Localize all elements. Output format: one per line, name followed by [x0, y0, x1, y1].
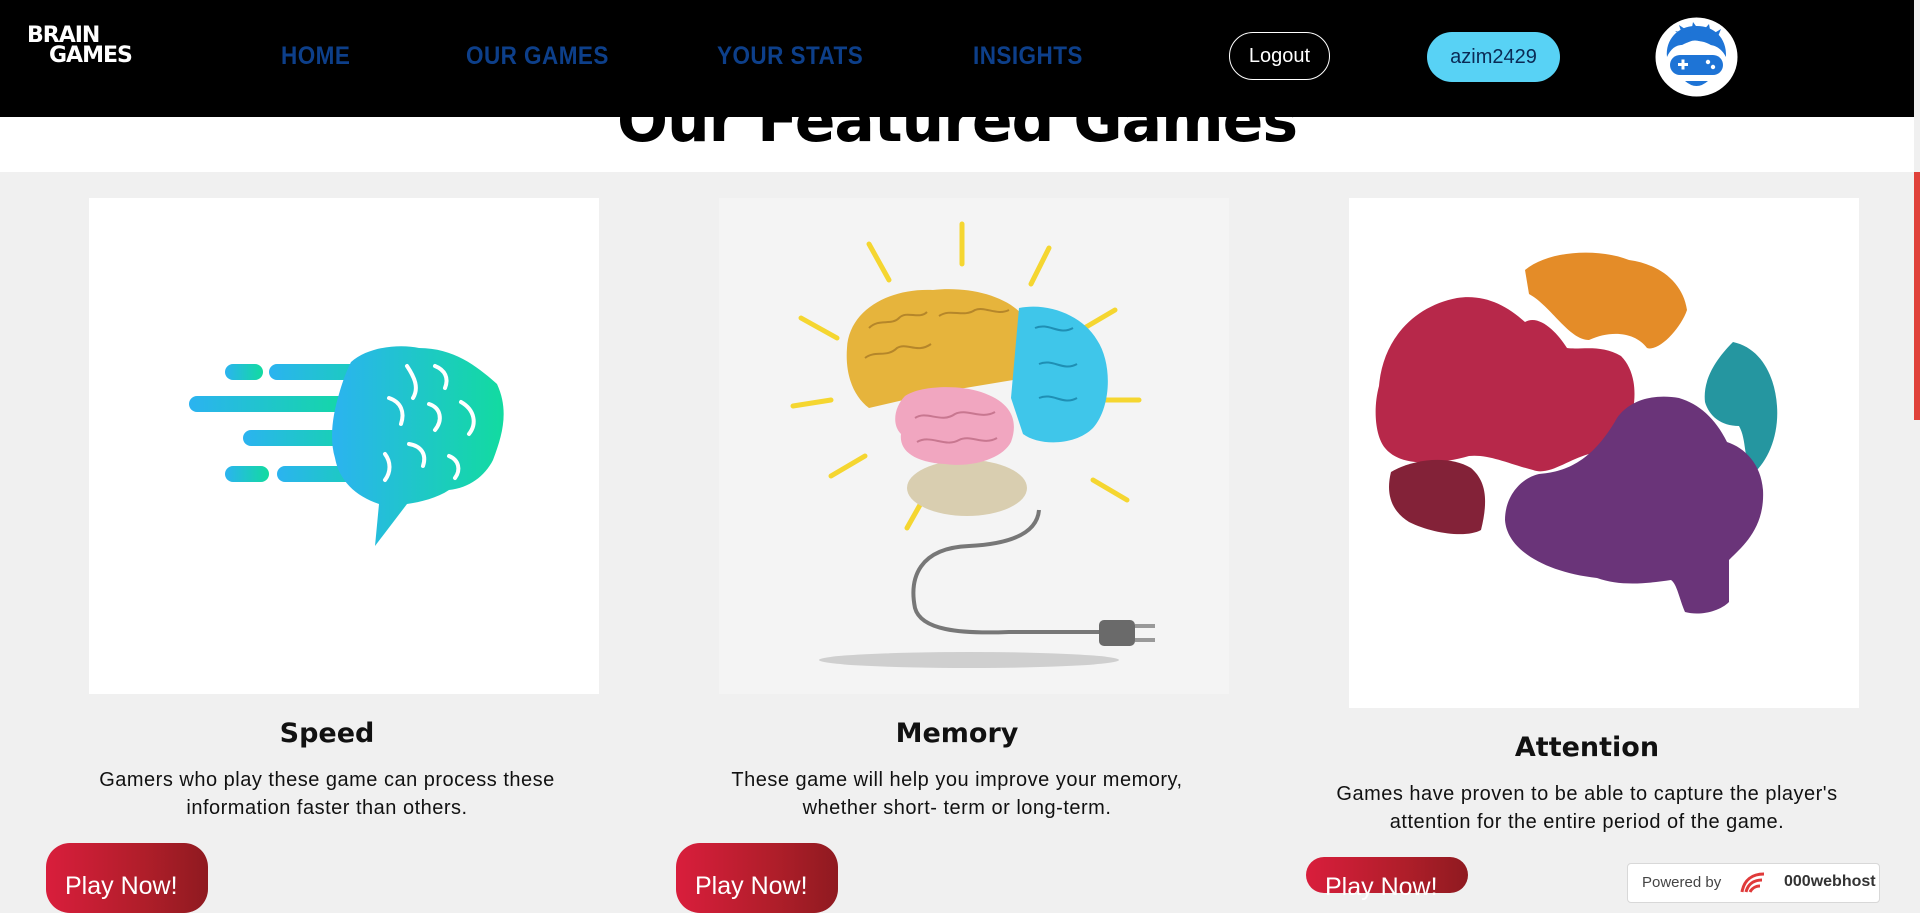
card-desc-line: attention for the entire period of the g… — [1389, 811, 1785, 833]
brain-games-logo[interactable]: BRAIN GAMES — [27, 25, 133, 68]
scrollbar-thumb[interactable] — [1914, 172, 1920, 420]
card-desc-speed: Gamers who play these game can process t… — [70, 766, 584, 822]
powered-by-brand: 000webhost — [1784, 873, 1876, 890]
powered-by-label: Powered by — [1642, 874, 1722, 891]
card-desc-line: Games have proven to be able to capture … — [1336, 783, 1838, 805]
memory-game-image[interactable] — [719, 198, 1229, 694]
logout-button[interactable]: Logout — [1229, 32, 1330, 80]
scrollbar-track[interactable] — [1914, 0, 1920, 893]
play-now-button-speed[interactable]: Play Now! — [46, 843, 208, 913]
speed-game-image[interactable] — [89, 198, 599, 694]
powered-by-badge[interactable]: Powered by 000webhost — [1627, 863, 1880, 903]
play-now-button-memory[interactable]: Play Now! — [676, 843, 838, 913]
gamer-avatar-icon[interactable] — [1655, 17, 1738, 97]
nav-your-stats[interactable]: YOUR STATS — [717, 42, 863, 71]
nav-insights[interactable]: INSIGHTS — [973, 42, 1083, 71]
attention-game-image[interactable] — [1349, 198, 1859, 708]
nav-our-games[interactable]: OUR GAMES — [466, 42, 609, 71]
username-button[interactable]: azim2429 — [1427, 32, 1560, 82]
nav-home[interactable]: HOME — [281, 42, 350, 71]
card-title-memory: Memory — [895, 718, 1019, 749]
card-desc-attention: Games have proven to be able to capture … — [1300, 780, 1874, 836]
card-desc-line: information faster than others. — [186, 797, 468, 819]
speed-brain-icon — [189, 346, 504, 546]
play-now-button-attention[interactable]: Play Now! — [1306, 857, 1468, 901]
card-desc-line: Gamers who play these game can process t… — [99, 769, 555, 791]
memory-brain-icon — [790, 221, 1155, 668]
site-header: BRAIN GAMES HOME OUR GAMES YOUR STATS IN… — [0, 0, 1914, 117]
card-desc-memory: These game will help you improve your me… — [700, 766, 1214, 822]
card-title-speed: Speed — [279, 718, 375, 749]
card-desc-line: whether short- term or long-term. — [802, 797, 1112, 819]
card-desc-line: These game will help you improve your me… — [731, 769, 1183, 791]
card-title-attention: Attention — [1514, 732, 1660, 763]
webhost-logo-icon — [1740, 872, 1765, 893]
attention-brain-icon — [1375, 252, 1778, 614]
logo-line2: GAMES — [49, 43, 133, 68]
